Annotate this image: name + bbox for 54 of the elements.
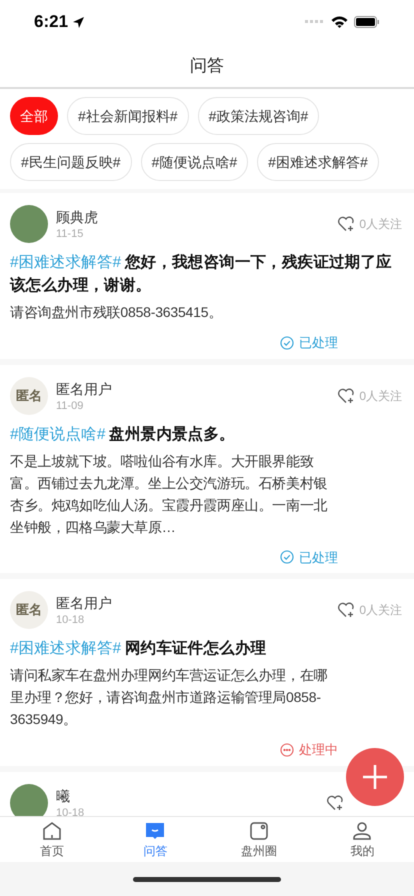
follow-count: 0人关注 bbox=[359, 216, 402, 233]
avatar-photo-placeholder bbox=[10, 784, 48, 816]
home-icon bbox=[40, 820, 63, 842]
user-icon bbox=[351, 820, 374, 842]
post-date: 10-18 bbox=[56, 806, 86, 816]
anonymous-avatar: 匿名 bbox=[10, 376, 48, 414]
post-date: 11-15 bbox=[56, 227, 84, 241]
status-label: 已处理 bbox=[299, 334, 338, 352]
author-name: 匿名用户 bbox=[56, 380, 113, 398]
tab-bar-item[interactable]: 首页 bbox=[0, 817, 104, 862]
topic-chip[interactable]: 全部 bbox=[10, 97, 58, 135]
follow-count: 0人关注 bbox=[359, 602, 402, 619]
heart-plus-icon bbox=[337, 388, 356, 404]
post-title: #随便说点啥# 盘州景内景点多。 bbox=[10, 424, 236, 444]
heart-plus-icon bbox=[326, 794, 344, 810]
battery-icon bbox=[354, 16, 380, 28]
follow-count: 0人关注 bbox=[359, 388, 402, 404]
topic-chip[interactable]: #随便说点啥# bbox=[140, 143, 248, 181]
post-card[interactable]: 匿名 匿名用户 11-09 0人关注 #随便说点啥# 盘州景内景点多。 不是上坡就下坡。嗒啦仙谷有水库。大开眼界能致富。西铺过去九龙潭。坐上公交汽游玩。石桥美村银杏乡。炖鸡如吃仙人汤。宝霞丹霞两座山。一南一北坐钟般，四格乌蒙大草原… 已处理 bbox=[0, 364, 414, 573]
check-circle-icon bbox=[280, 336, 294, 350]
heart-plus-icon bbox=[337, 216, 356, 232]
topic-chip[interactable]: #社会新闻报料# bbox=[67, 97, 189, 135]
heart-plus-icon bbox=[337, 602, 356, 618]
status-label: 已处理 bbox=[299, 548, 338, 566]
post-title: #困难述求解答# 您好，我想咨询一下，残疾证过期了应该怎么办理，谢谢。 bbox=[10, 252, 393, 296]
post-date: 11-09 bbox=[56, 398, 84, 412]
post-title: #困难述求解答# 网约车证件怎么办理 bbox=[10, 638, 268, 659]
header-title: 问答 bbox=[190, 54, 224, 77]
author-name: 顾典虎 bbox=[56, 208, 99, 227]
post-date: 10-18 bbox=[56, 613, 86, 627]
more-circle-icon bbox=[280, 742, 294, 757]
plus-icon bbox=[362, 764, 388, 790]
status-label: 处理中 bbox=[299, 741, 338, 759]
signal-icon bbox=[305, 20, 325, 24]
check-circle-icon bbox=[280, 550, 294, 564]
tab-bar-item[interactable]: 问答 bbox=[104, 817, 207, 862]
post-card[interactable]: 匿名 匿名用户 10-18 0人关注 #困难述求解答# 网约车证件怎么办理 请问私家车在盘州办理网约车营运证怎么办理，在哪里办理？您好，请咨询盘州市道路运输管理局0858-3635949。 处理中 bbox=[0, 579, 414, 766]
author-name: 匿名用户 bbox=[56, 594, 113, 613]
topic-chip[interactable]: #困难述求解答# bbox=[257, 143, 379, 181]
tab-bar-item[interactable]: 盘州圈 bbox=[207, 817, 310, 862]
topic-chip[interactable]: #政策法规咨询# bbox=[198, 97, 320, 135]
anonymous-avatar: 匿名 bbox=[10, 591, 48, 629]
wifi-icon bbox=[331, 16, 348, 28]
post-body: 请问私家车在盘州办理网约车营运证怎么办理，在哪里办理？您好，请咨询盘州市道路运输管理局0858-3635949。 bbox=[10, 666, 328, 729]
author-name: 曦 bbox=[56, 786, 71, 806]
topic-chip[interactable]: #民生问题反映# bbox=[10, 143, 132, 181]
post-body: 请咨询盘州市残联0858-3635415。 bbox=[10, 303, 224, 322]
post-body: 不是上坡就下坡。嗒啦仙谷有水库。大开眼界能致富。西铺过去九龙潭。坐上公交汽游玩。石桥美村银杏乡。炖鸡如吃仙人汤。宝霞丹霞两座山。一南一北坐钟般，四格乌蒙大草原… bbox=[10, 452, 328, 536]
post-card[interactable]: 曦 10-18 bbox=[0, 772, 414, 816]
location-arrow-icon bbox=[72, 16, 86, 28]
avatar-photo-placeholder bbox=[10, 205, 48, 243]
tab-bar-item[interactable]: 我的 bbox=[310, 817, 414, 862]
status-time: 6:21 bbox=[34, 11, 68, 34]
post-card[interactable]: 顾典虎 11-15 0人关注 #困难述求解答# 您好，我想咨询一下，残疾证过期了应该怎么办理，谢谢。 请咨询盘州市残联0858-3635415。 已处理 bbox=[0, 193, 414, 358]
